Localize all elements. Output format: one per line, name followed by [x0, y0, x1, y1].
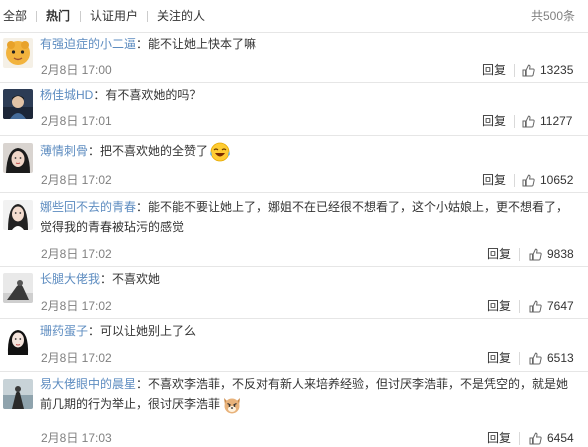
comment-item: 长腿大佬我：不喜欢她 2月8日 17:02 回复 7647 — [0, 268, 588, 319]
comment-timestamp: 2月8日 17:00 — [41, 63, 112, 77]
comment-username[interactable]: 有强迫症的小二逼 — [40, 37, 136, 51]
like-count: 7647 — [547, 299, 574, 313]
like-count: 10652 — [540, 173, 574, 187]
tab-hot[interactable]: 热门 — [46, 9, 70, 23]
action-divider — [519, 248, 520, 261]
avatar[interactable] — [3, 273, 33, 303]
like-button[interactable]: 13235 — [522, 63, 573, 77]
action-divider — [514, 64, 515, 77]
reply-button[interactable]: 回复 — [487, 247, 511, 261]
reply-button[interactable]: 回复 — [482, 114, 506, 128]
angry-dog-emoji — [224, 397, 241, 414]
avatar[interactable] — [3, 143, 33, 173]
comment-timestamp: 2月8日 17:02 — [41, 247, 112, 261]
comment-text: 薄情刺骨：把不喜欢她的全赞了 — [40, 141, 580, 162]
comment-body: 能不让她上快本了嘛 — [148, 37, 257, 51]
action-divider — [514, 174, 515, 187]
comment-text: 长腿大佬我：不喜欢她 — [40, 269, 580, 289]
colon-separator: ： — [88, 144, 101, 158]
comment-body: 不喜欢她 — [112, 272, 161, 286]
tab-divider — [80, 11, 81, 22]
reply-button[interactable]: 回复 — [482, 63, 506, 77]
comment-body: 有不喜欢她的吗？ — [105, 88, 202, 102]
reply-button[interactable]: 回复 — [487, 299, 511, 313]
avatar[interactable] — [3, 200, 33, 230]
thumbs-up-icon — [529, 300, 542, 312]
comment-item: 娜些回不去的青春：能不能不要让她上了，娜姐不在已经很不想看了，这个小姑娘上，更不… — [0, 194, 588, 267]
like-button[interactable]: 7647 — [529, 299, 574, 313]
comment-item: 有强迫症的小二逼：能不让她上快本了嘛 2月8日 17:00 回复 13235 — [0, 33, 588, 83]
action-divider — [519, 352, 520, 365]
comment-text: 娜些回不去的青春：能不能不要让她上了，娜姐不在已经很不想看了，这个小姑娘上，更不… — [40, 197, 580, 237]
colon-separator: ： — [136, 377, 149, 391]
thumbs-up-icon — [529, 432, 542, 444]
comment-username[interactable]: 易大佬眼中的晨星 — [40, 377, 136, 391]
colon-separator: ： — [136, 200, 149, 214]
like-count: 9838 — [547, 247, 574, 261]
comment-body: 把不喜欢她的全赞了 — [100, 144, 209, 158]
comment-timestamp: 2月8日 17:01 — [41, 114, 112, 128]
comment-item: 珊药蛋子：可以让她别上了么 2月8日 17:02 回复 6513 — [0, 320, 588, 372]
comment-username[interactable]: 薄情刺骨 — [40, 144, 88, 158]
reply-button[interactable]: 回复 — [487, 431, 511, 445]
like-count: 13235 — [540, 63, 574, 77]
action-divider — [519, 432, 520, 445]
comment-text: 有强迫症的小二逼：能不让她上快本了嘛 — [40, 34, 580, 54]
comment-timestamp: 2月8日 17:02 — [41, 173, 112, 187]
colon-separator: ： — [100, 272, 113, 286]
tab-divider — [36, 11, 37, 22]
tab-all[interactable]: 全部 — [3, 9, 27, 23]
thumbs-up-icon — [522, 174, 535, 186]
comment-timestamp: 2月8日 17:03 — [41, 431, 112, 445]
like-button[interactable]: 6454 — [529, 431, 574, 445]
tab-following[interactable]: 关注的人 — [157, 9, 205, 23]
colon-separator: ： — [136, 37, 149, 51]
tab-divider — [147, 11, 148, 22]
tab-verified-users[interactable]: 认证用户 — [90, 9, 138, 23]
colon-separator: ： — [93, 88, 106, 102]
thumbs-up-icon — [522, 64, 535, 76]
like-button[interactable]: 9838 — [529, 247, 574, 261]
thumbs-up-icon — [529, 248, 542, 260]
comment-username[interactable]: 长腿大佬我 — [40, 272, 100, 286]
like-button[interactable]: 6513 — [529, 351, 574, 365]
comment-username[interactable]: 娜些回不去的青春 — [40, 200, 136, 214]
comment-username[interactable]: 杨佳城HD — [40, 88, 93, 102]
comment-total-count: 共500条 — [530, 9, 575, 23]
comment-text: 珊药蛋子：可以让她别上了么 — [40, 321, 580, 341]
comment-text: 杨佳城HD：有不喜欢她的吗？ — [40, 85, 580, 105]
like-button[interactable]: 10652 — [522, 173, 573, 187]
comment-username[interactable]: 珊药蛋子 — [40, 324, 88, 338]
comment-item: 易大佬眼中的晨星：不喜欢李浩菲，不反对有新人来培养经验，但讨厌李浩菲，不是凭空的… — [0, 373, 588, 447]
comment-timestamp: 2月8日 17:02 — [41, 351, 112, 365]
comment-filter-tabs: 全部 热门 认证用户 关注的人 共500条 — [0, 0, 588, 33]
colon-separator: ： — [88, 324, 101, 338]
like-count: 11277 — [540, 114, 573, 128]
avatar[interactable] — [3, 89, 33, 119]
reply-button[interactable]: 回复 — [482, 173, 506, 187]
action-divider — [514, 115, 515, 128]
comment-item: 杨佳城HD：有不喜欢她的吗？ 2月8日 17:01 回复 11277 — [0, 84, 588, 136]
comment-body: 可以让她别上了么 — [100, 324, 197, 338]
avatar[interactable] — [3, 379, 33, 409]
laugh-cry-emoji — [210, 142, 230, 162]
avatar[interactable] — [3, 325, 33, 355]
comment-item: 薄情刺骨：把不喜欢她的全赞了 2月8日 17:02 回复 10652 — [0, 137, 588, 193]
like-button[interactable]: 11277 — [522, 114, 572, 128]
like-count: 6454 — [547, 431, 574, 445]
action-divider — [519, 300, 520, 313]
thumbs-up-icon — [529, 352, 542, 364]
avatar[interactable] — [3, 38, 33, 68]
comment-text: 易大佬眼中的晨星：不喜欢李浩菲，不反对有新人来培养经验，但讨厌李浩菲，不是凭空的… — [40, 374, 580, 415]
reply-button[interactable]: 回复 — [487, 351, 511, 365]
thumbs-up-icon — [522, 115, 535, 127]
comment-timestamp: 2月8日 17:02 — [41, 299, 112, 313]
like-count: 6513 — [547, 351, 574, 365]
